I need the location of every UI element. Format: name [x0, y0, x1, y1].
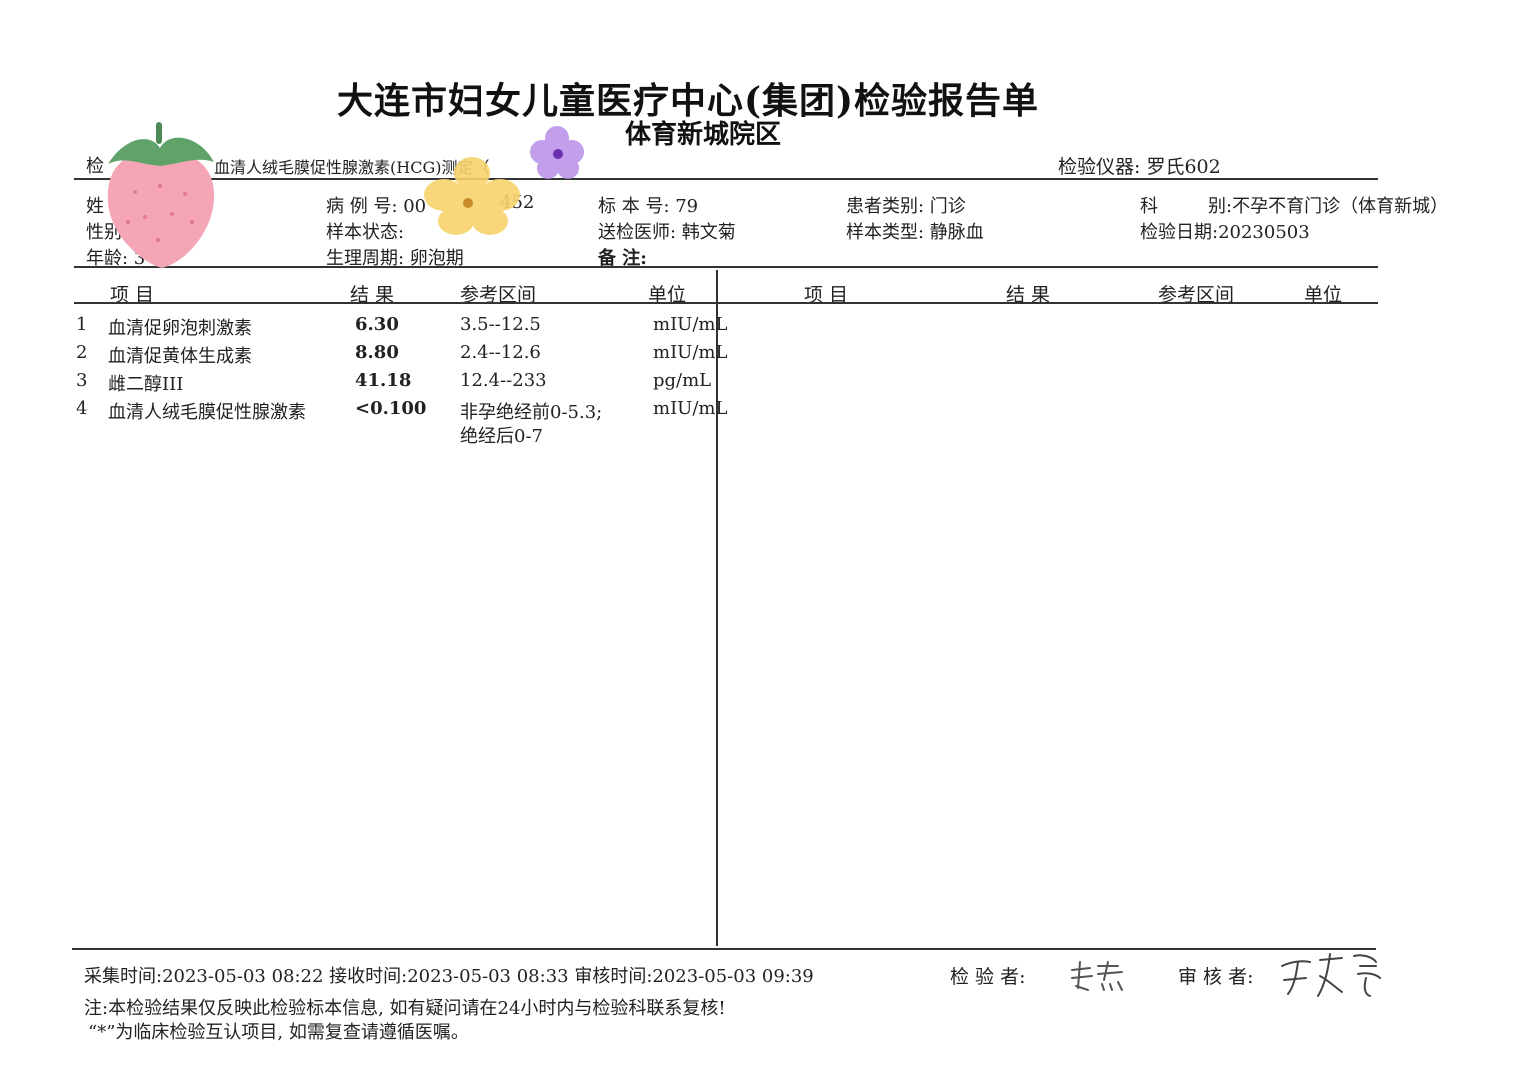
test-date: 检验日期:20230503	[1140, 222, 1310, 243]
time-records: 采集时间:2023-05-03 08:22 接收时间:2023-05-03 08…	[84, 966, 814, 987]
row-number: 2	[76, 342, 88, 363]
tester-label: 检 验 者:	[950, 966, 1026, 988]
instrument: 检验仪器: 罗氏602	[1058, 156, 1221, 178]
row-number: 4	[76, 398, 88, 419]
row-range: 3.5--12.5	[460, 314, 541, 335]
row-number: 3	[76, 370, 88, 391]
row-range: 12.4--233	[460, 370, 547, 391]
tester-signature	[1068, 960, 1128, 1000]
row-result: 6.30	[355, 314, 399, 335]
case-number: 病 例 号: 00	[326, 196, 427, 217]
header-divider	[74, 178, 1378, 180]
row-unit: mIU/mL	[653, 342, 728, 363]
sample-type: 样本类型: 静脉血	[846, 222, 984, 243]
department-label: 科	[1140, 196, 1158, 217]
strawberry-sticker-icon	[107, 122, 215, 268]
row-unit: pg/mL	[653, 370, 712, 391]
sample-number: 标 本 号: 79	[598, 196, 699, 217]
row-unit: mIU/mL	[653, 398, 728, 419]
row-item: 血清人绒毛膜促性腺激素	[108, 402, 306, 423]
yellow-flower-sticker-icon	[424, 157, 520, 235]
sample-status: 样本状态:	[326, 222, 405, 243]
row-result: 41.18	[355, 370, 412, 391]
row-number: 1	[76, 314, 88, 335]
row-range-line2: 绝经后0-7	[460, 426, 543, 447]
department: 别:不孕不育门诊（体育新城）	[1208, 196, 1449, 217]
row-item: 血清促黄体生成素	[108, 346, 252, 367]
footer-divider	[72, 948, 1376, 950]
row-item: 血清促卵泡刺激素	[108, 318, 252, 339]
reviewer-label: 审 核 者:	[1178, 966, 1254, 988]
purple-flower-sticker-icon	[530, 126, 584, 179]
reviewer-signature	[1280, 952, 1384, 1006]
note-line-2: “*”为临床检验互认项目, 如需复查请遵循医嘱。	[88, 1022, 469, 1043]
row-item: 雌二醇III	[108, 374, 184, 395]
patient-type: 患者类别: 门诊	[846, 196, 966, 217]
note-line-1: 注:本检验结果仅反映此检验标本信息, 如有疑问请在24小时内与检验科联系复核!	[84, 998, 726, 1019]
row-range: 非孕绝经前0-5.3;	[460, 402, 603, 423]
reviewer-signature-mark	[1281, 953, 1381, 997]
table-column-divider	[716, 270, 718, 946]
info-divider	[74, 266, 1378, 268]
referring-doctor: 送检医师: 韩文菊	[598, 222, 736, 243]
tester-signature-mark	[1071, 961, 1123, 991]
row-unit: mIU/mL	[653, 314, 728, 335]
row-result: 8.80	[355, 342, 399, 363]
row-result: <0.100	[355, 398, 427, 419]
table-header-divider	[74, 302, 1378, 304]
row-range: 2.4--12.6	[460, 342, 541, 363]
